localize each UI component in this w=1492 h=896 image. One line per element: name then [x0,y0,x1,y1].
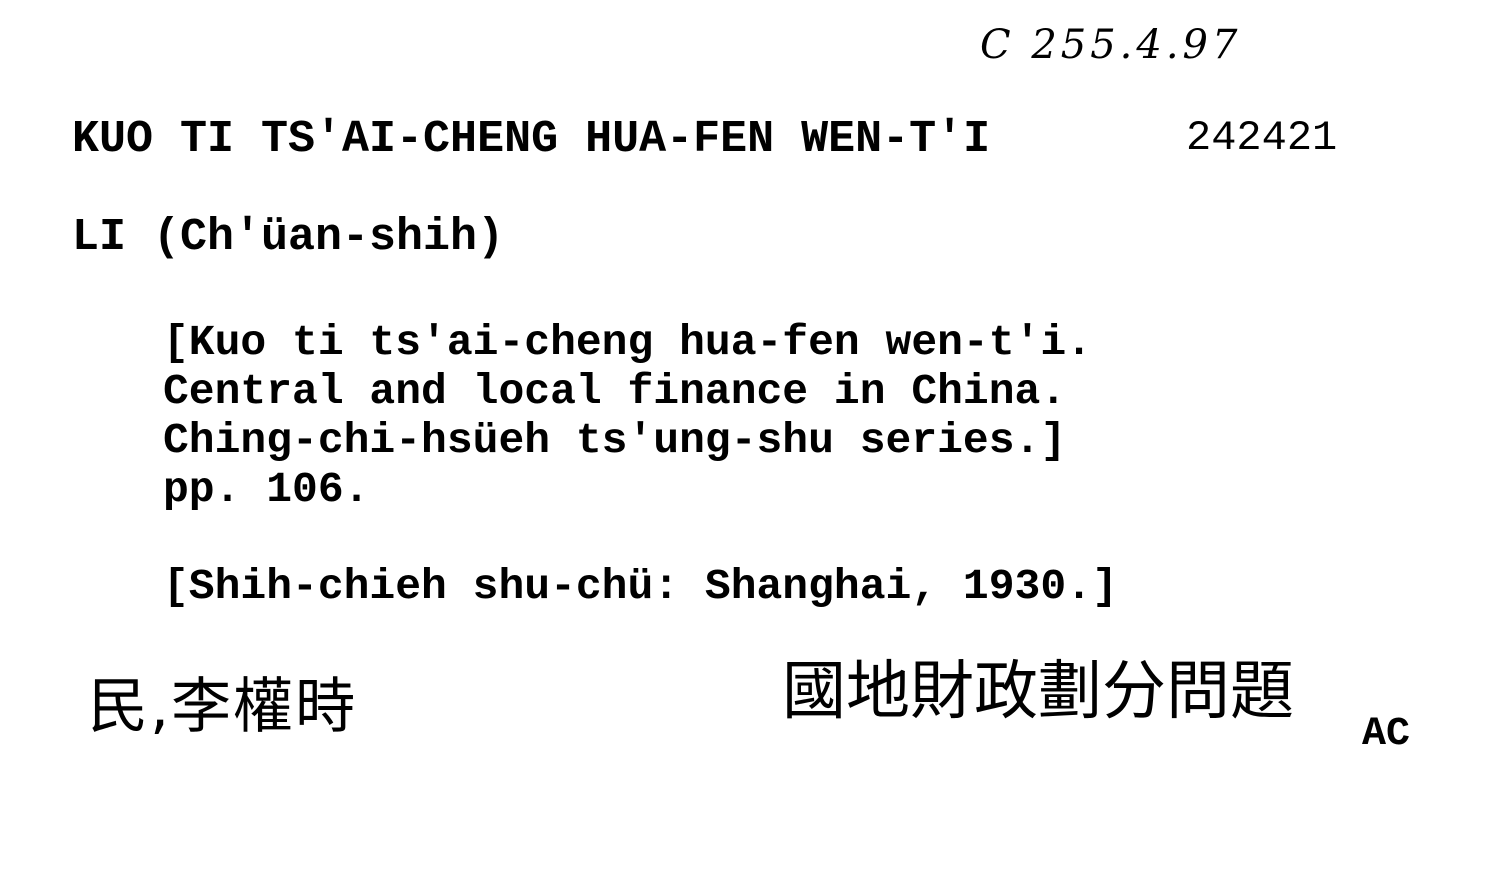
collection-code: AC [1362,712,1411,757]
card-imprint: [Shih-chieh shu-chü: Shanghai, 1930.] [163,562,1118,611]
description-line: Ching-chi-hsüeh ts'ung-shu series.] [163,416,1067,465]
handwritten-chinese-author: 民,李權時 [88,672,358,742]
card-description: [Kuo ti ts'ai-cheng hua-fen wen-t'i. Cen… [163,318,1092,514]
handwritten-classmark: C 255.4.97 [980,22,1242,68]
card-author: LI (Ch'üan-shih) [72,212,505,263]
accession-number: 242421 [1186,114,1338,162]
catalog-card: C 255.4.97 242421 KUO TI TS'AI-CHENG HUA… [0,0,1492,896]
description-line: Central and local finance in China. [163,367,1067,416]
handwritten-chinese-title: 國地財政劃分問題 [782,655,1294,729]
description-line: [Kuo ti ts'ai-cheng hua-fen wen-t'i. [163,318,1092,367]
card-title: KUO TI TS'AI-CHENG HUA-FEN WEN-T'I [72,114,991,165]
description-line: pp. 106. [163,465,370,514]
